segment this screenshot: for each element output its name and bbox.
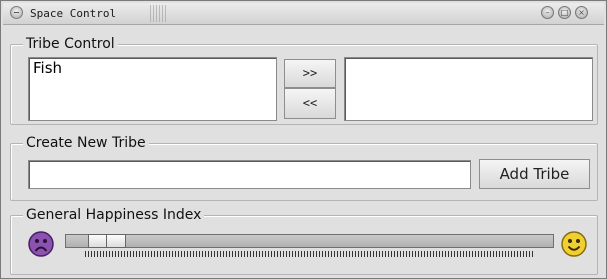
happy-face-icon — [561, 231, 587, 257]
happiness-slider-track[interactable] — [65, 234, 554, 248]
add-tribe-button[interactable]: Add Tribe — [479, 159, 590, 189]
tribe-name-input[interactable] — [28, 160, 471, 189]
slider-ticks — [85, 251, 535, 257]
tribe-list-right[interactable] — [344, 57, 593, 121]
tribe-control-legend: Tribe Control — [23, 36, 118, 52]
create-tribe-legend: Create New Tribe — [23, 135, 149, 151]
tribe-list-left[interactable]: Fish — [28, 57, 277, 121]
happiness-slider-thumb[interactable] — [88, 234, 126, 248]
list-item[interactable]: Fish — [29, 58, 276, 79]
minimize-icon[interactable]: – — [541, 6, 554, 19]
title-bar[interactable]: Space Control – □ × — [3, 3, 604, 25]
window-title: Space Control — [30, 7, 117, 20]
maximize-icon[interactable]: □ — [558, 6, 571, 19]
close-icon[interactable]: × — [575, 6, 588, 19]
space-control-window: Space Control – □ × Tribe Control Fish >… — [0, 0, 607, 279]
sad-face-icon — [28, 231, 54, 257]
move-left-button[interactable]: << — [284, 88, 336, 119]
happiness-legend: General Happiness Index — [23, 207, 205, 223]
move-right-button[interactable]: >> — [284, 59, 336, 88]
window-menu-icon[interactable] — [10, 6, 23, 19]
title-grip — [150, 5, 168, 22]
